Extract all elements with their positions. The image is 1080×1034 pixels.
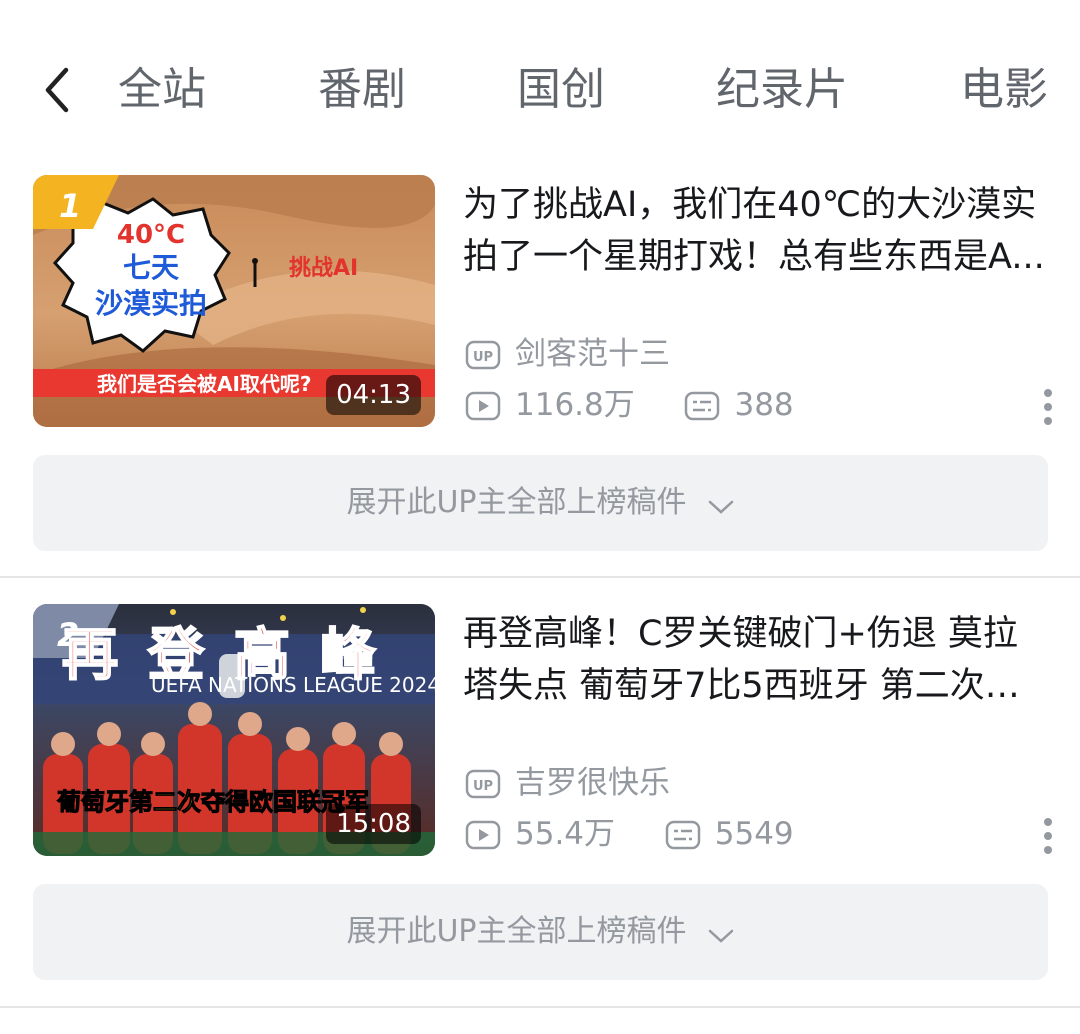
up-badge-icon: UP	[465, 769, 501, 799]
more-vertical-icon	[1044, 389, 1052, 425]
thumb-challenge-text: 挑战AI	[289, 256, 358, 281]
card-divider	[0, 576, 1080, 578]
video-title[interactable]: 再登高峰！C罗关键破门+伤退 莫拉塔失点 葡萄牙7比5西班牙 第二次夺得...	[463, 608, 1048, 712]
expand-label: 展开此UP主全部上榜稿件	[346, 485, 687, 520]
video-duration: 15:08	[326, 804, 421, 844]
uploader-row[interactable]: UP 剑客范十三	[465, 334, 670, 374]
thumb-caption-text: 葡萄牙第二次夺得欧国联冠军	[56, 788, 369, 816]
danmaku-count: 5549	[714, 816, 794, 852]
tab-movie[interactable]: 电影	[960, 62, 1048, 118]
back-button[interactable]	[36, 66, 80, 114]
play-count-icon	[465, 820, 501, 850]
play-count: 55.4万	[515, 816, 616, 852]
chevron-left-icon	[45, 67, 69, 113]
expand-label: 展开此UP主全部上榜稿件	[346, 914, 687, 949]
thumb-shoot-text: 沙漠实拍	[95, 287, 207, 320]
chevron-down-icon	[708, 929, 733, 943]
category-tab-bar: 全站 番剧 国创 纪录片 电影	[0, 40, 1080, 140]
stats-row: 116.8万 388	[465, 385, 794, 425]
danmaku-icon	[685, 391, 720, 421]
card-divider	[0, 1006, 1080, 1008]
play-count-icon	[465, 391, 501, 421]
video-thumbnail[interactable]: 2 UEFA NATIONS LEAGUE 2024/2025 再登高峰 葡萄牙…	[33, 604, 435, 856]
uploader-row[interactable]: UP 吉罗很快乐	[465, 763, 670, 803]
thumb-temp-text: 40°C	[117, 220, 185, 250]
tab-all[interactable]: 全站	[118, 62, 206, 118]
svg-text:UP: UP	[473, 350, 493, 365]
uploader-name: 吉罗很快乐	[515, 765, 670, 801]
play-count: 116.8万	[515, 387, 635, 423]
video-card[interactable]: 1 40°C 七天 沙漠实拍 挑战AI 我们是否会被AI取代呢? 04:13 为…	[0, 175, 1080, 605]
thumb-headline-text: 再登高峰	[62, 623, 406, 688]
thumb-days-text: 七天	[123, 251, 179, 284]
tab-documentary[interactable]: 纪录片	[716, 62, 848, 118]
stats-row: 55.4万 5549	[465, 814, 794, 854]
thumb-banner-text: 我们是否会被AI取代呢?	[97, 372, 312, 396]
rank-number: 1	[59, 187, 81, 225]
expand-uploader-videos-button[interactable]: 展开此UP主全部上榜稿件	[33, 455, 1048, 551]
video-card[interactable]: 2 UEFA NATIONS LEAGUE 2024/2025 再登高峰 葡萄牙…	[0, 604, 1080, 1034]
tab-bangumi[interactable]: 番剧	[318, 62, 406, 118]
more-vertical-icon	[1044, 818, 1052, 854]
video-title[interactable]: 为了挑战AI，我们在40℃的大沙漠实拍了一个星期打戏！总有些东西是A...	[463, 179, 1048, 283]
video-thumbnail[interactable]: 1 40°C 七天 沙漠实拍 挑战AI 我们是否会被AI取代呢? 04:13	[33, 175, 435, 427]
expand-uploader-videos-button[interactable]: 展开此UP主全部上榜稿件	[33, 884, 1048, 980]
video-duration: 04:13	[326, 375, 421, 415]
up-badge-icon: UP	[465, 340, 501, 370]
danmaku-count: 388	[734, 387, 794, 423]
tab-guochuang[interactable]: 国创	[517, 62, 605, 118]
svg-text:UP: UP	[473, 779, 493, 794]
uploader-name: 剑客范十三	[515, 336, 670, 372]
chevron-down-icon	[708, 500, 733, 514]
more-options-button[interactable]	[1038, 387, 1058, 431]
more-options-button[interactable]	[1038, 816, 1058, 860]
danmaku-icon	[665, 820, 700, 850]
